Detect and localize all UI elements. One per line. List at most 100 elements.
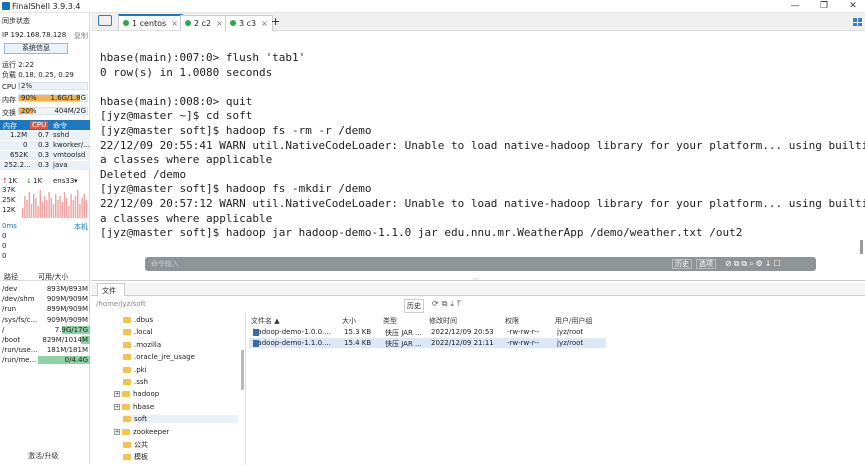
chevron-down-icon[interactable]: ▾	[74, 177, 78, 185]
maximize-button[interactable]: ❐	[814, 0, 834, 13]
col-modified[interactable]: 修改时间	[429, 316, 457, 326]
net-interface-select[interactable]: ens33	[53, 177, 74, 185]
toolbar-icons[interactable]: ⊘⧉⧉⌕⚙↓☐	[725, 259, 783, 269]
swap-value: 404M/2G	[54, 107, 86, 115]
file-row[interactable]: hadoop-demo-1.1.0.... 15.4 KB 快压 JAR ... 20…	[249, 337, 606, 348]
disk-row[interactable]: /boot 829M/1014M	[0, 335, 90, 345]
disk-row[interactable]: /dev/shm 909M/909M	[0, 294, 90, 304]
tree-scrollbar[interactable]	[241, 350, 244, 390]
folder-icon	[123, 341, 131, 348]
process-row[interactable]: 0 0.3 kworker/...	[0, 141, 90, 150]
refresh-upload-icons[interactable]: ⟳⧉⤓⤒	[432, 299, 464, 309]
tree-item[interactable]: .local	[123, 328, 153, 336]
process-mem: 652K	[10, 151, 28, 159]
add-tab-button[interactable]: +	[271, 15, 280, 28]
activate-upgrade-link[interactable]: 激活/升级	[28, 451, 58, 461]
jar-file-icon	[253, 339, 259, 347]
process-row[interactable]: 652K 0.3 vmtoolsd	[0, 151, 90, 160]
system-info-button[interactable]: 系统信息	[4, 43, 68, 54]
terminal-area[interactable]: hbase(main):007:0> flush 'tab1' 0 row(s) …	[91, 31, 865, 280]
tree-item[interactable]: .mozilla	[123, 341, 161, 349]
net-traffic-bar	[41, 202, 44, 218]
path-bar: /home/jyz/soft 历史 ⟳⧉⤓⤒	[91, 298, 865, 313]
net-traffic-bar	[35, 198, 37, 218]
app-title: FinalShell 3.9.3.4	[12, 2, 81, 11]
tree-item[interactable]: .oracle_jre_usage	[123, 353, 195, 361]
tree-item[interactable]: + zookeeper	[114, 428, 169, 436]
tree-item[interactable]: soft	[123, 415, 238, 424]
options-button[interactable]: 选项	[696, 259, 716, 269]
system-monitor-sidebar: 同步状态 IP 192.168.78.128 复制 系统信息 运行 2:22 负…	[0, 13, 90, 464]
col-filename[interactable]: 文件名 ▲	[251, 316, 280, 326]
proc-tab-cpu[interactable]: CPU	[30, 121, 49, 129]
file-row[interactable]: hadoop-demo-1.0.0.... 15.3 KB 快压 JAR ... 20…	[249, 327, 606, 337]
close-tab-icon[interactable]: ×	[171, 19, 178, 28]
disk-row[interactable]: /dev 893M/893M	[0, 284, 90, 294]
disk-row[interactable]: /sys/fs/c... 909M/909M	[0, 315, 90, 325]
folder-icon[interactable]	[98, 15, 112, 26]
tree-item[interactable]: .dbus	[123, 316, 153, 324]
col-owner[interactable]: 用户/用户组	[555, 316, 592, 326]
path-history-button[interactable]: 历史	[404, 299, 424, 313]
tree-item-label: .local	[134, 328, 153, 337]
tree-item-label: .mozilla	[134, 340, 162, 349]
proc-tab-memory[interactable]: 内存	[3, 121, 17, 131]
proc-tab-command[interactable]: 命令	[53, 121, 67, 131]
network-traffic-chart	[22, 190, 88, 218]
expand-icon[interactable]: +	[114, 428, 120, 435]
tree-item[interactable]: .pki	[123, 366, 147, 374]
expand-icon[interactable]: +	[114, 391, 120, 398]
tree-item-label: .dbus	[134, 316, 154, 324]
cpu-value: 2%	[21, 82, 33, 90]
minimize-button[interactable]: —	[785, 0, 805, 13]
history-button[interactable]: 历史	[672, 259, 692, 269]
col-size[interactable]: 大小	[342, 316, 356, 326]
disk-row[interactable]: /run/me... 0/4.4G	[0, 355, 90, 365]
copy-ip-button[interactable]: 复制	[74, 31, 88, 41]
path-input[interactable]: /home/jyz/soft	[96, 300, 146, 308]
process-row[interactable]: 252.2... 0.3 java	[0, 161, 90, 170]
close-tab-icon[interactable]: ×	[216, 19, 223, 28]
terminal-line: Deleted /demo	[100, 167, 187, 181]
tree-item[interactable]: 公共	[123, 440, 148, 450]
disk-size: 0/4.4G	[64, 356, 88, 365]
disk-row[interactable]: /run 899M/909M	[0, 304, 90, 314]
col-permissions[interactable]: 权限	[505, 316, 519, 326]
tab-centos[interactable]: 1 centos ×	[118, 14, 183, 30]
folder-icon	[123, 317, 131, 323]
latency-value: 0	[2, 242, 7, 250]
disk-usage-fill	[89, 305, 90, 314]
tree-item[interactable]: .ssh	[123, 378, 148, 386]
disk-row[interactable]: /run/use... 181M/181M	[0, 345, 90, 355]
disk-path: /	[2, 325, 5, 334]
tree-item[interactable]: + hbase	[114, 403, 154, 411]
close-button[interactable]: ✕	[843, 0, 863, 13]
command-input[interactable]: 命令输入	[151, 259, 179, 269]
file-type: 快压 JAR ...	[385, 329, 422, 337]
process-row[interactable]: 1.2M 0.7 sshd	[0, 131, 90, 140]
expand-icon[interactable]: +	[114, 403, 120, 410]
close-tab-icon[interactable]: ×	[261, 19, 268, 28]
load-average: 负载 0.18, 0.25, 0.29	[2, 71, 74, 79]
file-type: 快压 JAR ...	[385, 339, 422, 348]
disk-size: 7.9G/17G	[54, 325, 88, 334]
tree-item[interactable]: 模板	[123, 452, 148, 462]
tab-c2[interactable]: 2 c2 ×	[180, 15, 228, 31]
command-input-bar[interactable]: 命令输入 历史 选项 ⊘⧉⧉⌕⚙↓☐	[145, 257, 816, 271]
file-size: 15.4 KB	[344, 338, 372, 347]
disk-table-header: 路径 可用/大小	[0, 271, 90, 281]
disk-row[interactable]: / 7.9G/17G	[0, 325, 90, 335]
net-traffic-bar	[74, 196, 77, 218]
grid-view-icon[interactable]	[853, 18, 862, 26]
tab-files[interactable]: 文件	[97, 283, 125, 296]
ip-address: IP 192.168.78.128	[2, 31, 67, 39]
tab-c3[interactable]: 3 c3 ×	[225, 15, 273, 31]
terminal-scrollbar[interactable]	[860, 240, 863, 254]
memory-bar: 90% 1.6G/1.8G	[18, 94, 88, 102]
tree-item[interactable]: + hadoop	[114, 390, 159, 398]
col-type[interactable]: 类型	[383, 316, 397, 326]
net-traffic-bar	[28, 192, 30, 218]
process-cpu: 0.3	[38, 151, 50, 159]
net-traffic-bar	[77, 190, 79, 218]
tree-item-label: .ssh	[134, 378, 148, 386]
